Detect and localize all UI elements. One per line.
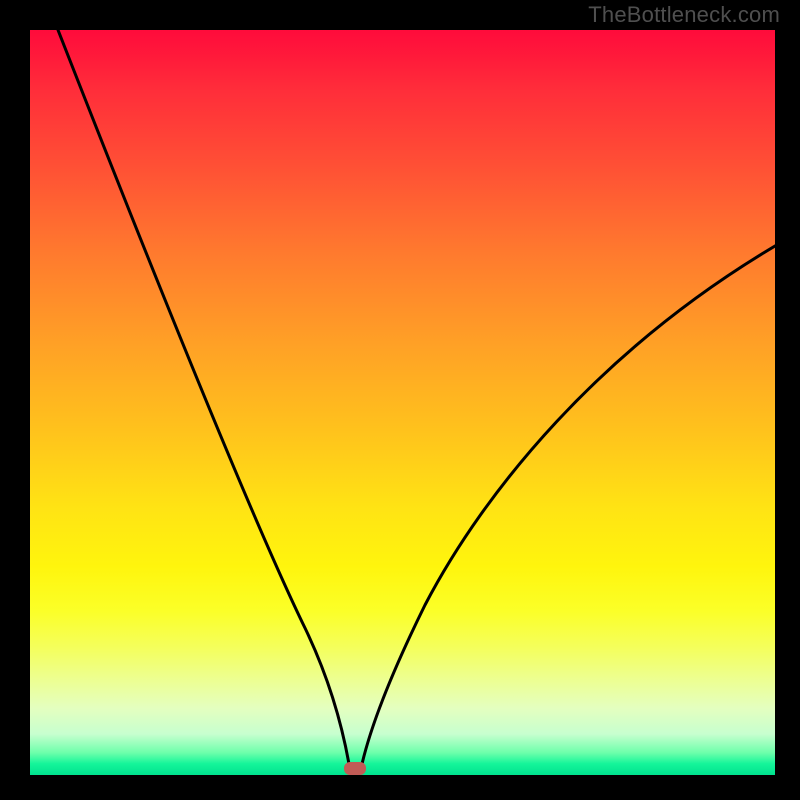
watermark-text: TheBottleneck.com — [588, 2, 780, 28]
bottleneck-curve — [30, 30, 775, 775]
min-point-marker — [344, 762, 366, 775]
plot-area — [30, 30, 775, 775]
curve-path — [58, 30, 775, 770]
